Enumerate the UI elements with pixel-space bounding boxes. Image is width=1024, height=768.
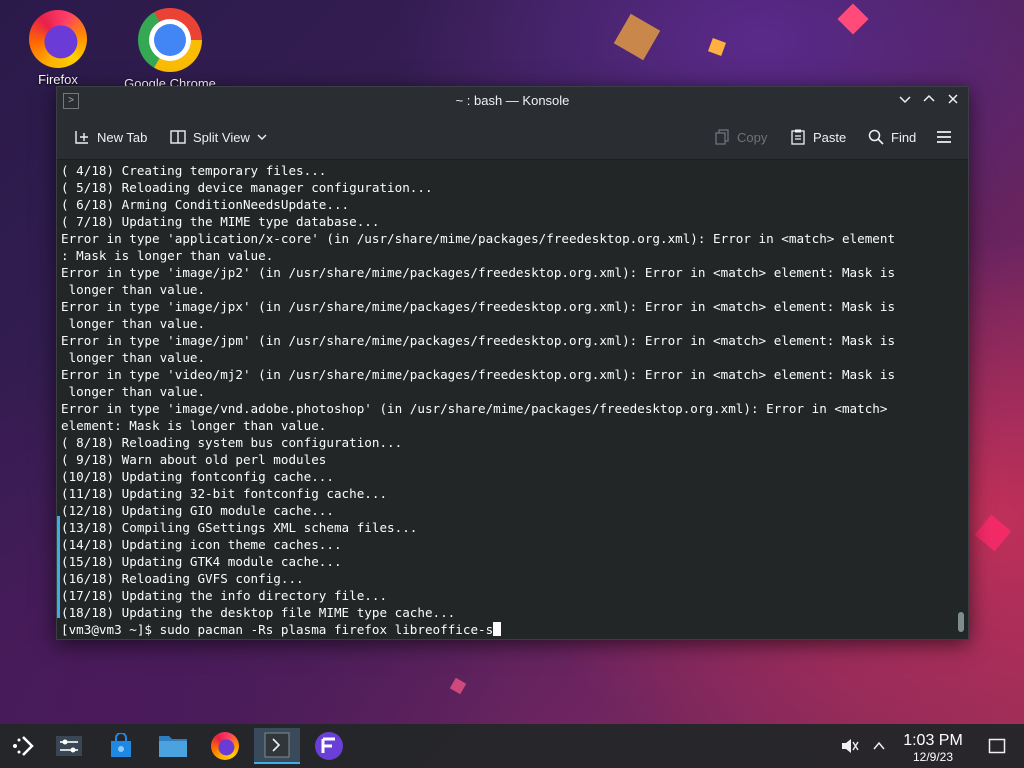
terminal-line: Error in type 'image/jp2' (in /usr/share…: [61, 265, 896, 280]
volume-tray-button[interactable]: [832, 730, 866, 762]
volume-muted-icon: [842, 739, 859, 753]
new-output-marker: [57, 516, 60, 618]
scrollbar-handle[interactable]: [958, 612, 964, 632]
taskbar-dolphin[interactable]: [156, 730, 190, 762]
terminal-line: (10/18) Updating fontconfig cache...: [61, 469, 334, 484]
desktop-icon-label: Firefox: [38, 72, 78, 87]
desktop-icon-firefox[interactable]: Firefox: [8, 10, 108, 87]
shell-prompt: [vm3@vm3 ~]$: [61, 622, 160, 637]
terminal-line: Error in type 'application/x-core' (in /…: [61, 231, 896, 246]
terminal-line: Error in type 'image/vnd.adobe.photoshop…: [61, 401, 888, 416]
terminal-line: ( 5/18) Reloading device manager configu…: [61, 180, 433, 195]
chrome-icon: [138, 8, 202, 72]
terminal-line: : Mask is longer than value.: [61, 248, 274, 263]
close-button[interactable]: [943, 91, 963, 111]
find-button[interactable]: Find: [867, 127, 916, 147]
terminal-output: ( 4/18) Creating temporary files... ( 5/1…: [61, 162, 948, 638]
hamburger-menu-button[interactable]: [935, 127, 953, 147]
new-tab-label: New Tab: [97, 129, 148, 145]
wallpaper-shape: [613, 13, 661, 61]
paste-icon: [791, 129, 805, 145]
terminal-line: ( 4/18) Creating temporary files...: [61, 163, 327, 178]
wallpaper-shape: [708, 38, 726, 56]
taskbar-konsole[interactable]: [254, 728, 300, 764]
find-label: Find: [891, 129, 917, 145]
maximize-button[interactable]: [919, 91, 939, 111]
split-view-icon: [170, 130, 186, 144]
terminal-line: (12/18) Updating GIO module cache...: [61, 503, 334, 518]
terminal-line: (16/18) Reloading GVFS config...: [61, 571, 304, 586]
firefox-icon: [29, 10, 87, 68]
wallpaper-shape: [974, 514, 1012, 552]
f-logo-icon: [315, 732, 343, 760]
terminal-line: (13/18) Compiling GSettings XML schema f…: [61, 520, 418, 535]
system-settings-icon: [56, 736, 82, 756]
digital-clock[interactable]: 1:03 PM 12/9/23: [898, 732, 968, 764]
terminal-line: element: Mask is longer than value.: [61, 418, 327, 433]
terminal-line: (18/18) Updating the desktop file MIME t…: [61, 605, 456, 620]
paste-button[interactable]: Paste: [789, 127, 846, 147]
terminal-line: (11/18) Updating 32-bit fontconfig cache…: [61, 486, 388, 501]
konsole-window: > ~ : bash — Konsole New Tab Split View …: [56, 86, 969, 640]
show-desktop-icon: [988, 738, 1006, 754]
split-view-button[interactable]: Split View: [169, 127, 268, 147]
terminal-line: longer than value.: [61, 384, 206, 399]
wallpaper-shape: [837, 3, 869, 35]
terminal-line: longer than value.: [61, 316, 206, 331]
discover-store-icon: [111, 733, 131, 757]
copy-label: Copy: [737, 129, 768, 145]
terminal-line: (17/18) Updating the info directory file…: [61, 588, 388, 603]
copy-icon: [715, 129, 729, 145]
command-input[interactable]: sudo pacman -Rs plasma firefox libreoffi…: [160, 622, 494, 637]
chevron-up-icon: [873, 741, 885, 750]
window-titlebar[interactable]: > ~ : bash — Konsole: [57, 87, 968, 115]
prompt-line[interactable]: [vm3@vm3 ~]$ sudo pacman -Rs plasma fire…: [61, 621, 948, 638]
tray-expand-button[interactable]: [862, 730, 896, 762]
chevron-down-icon: [899, 96, 911, 104]
taskbar-firefox[interactable]: [208, 730, 242, 762]
chevron-down-icon: [257, 134, 267, 140]
show-desktop-button[interactable]: [980, 730, 1014, 762]
terminal-line: Error in type 'image/jpm' (in /usr/share…: [61, 333, 896, 348]
window-title: ~ : bash — Konsole: [455, 93, 570, 108]
steamdeck-launcher-icon: [13, 736, 34, 756]
copy-button[interactable]: Copy: [713, 127, 767, 147]
app-launcher-button[interactable]: [6, 730, 40, 762]
taskbar-discover[interactable]: [104, 730, 138, 762]
split-view-label: Split View: [193, 129, 250, 145]
wallpaper-shape: [449, 677, 467, 695]
terminal-line: Error in type 'image/jpx' (in /usr/share…: [61, 299, 896, 314]
firefox-icon: [211, 732, 239, 760]
taskbar-settings[interactable]: [52, 730, 86, 762]
taskbar: 1:03 PM 12/9/23: [0, 724, 1024, 768]
taskbar-app-f[interactable]: [312, 730, 346, 762]
terminal-line: longer than value.: [61, 350, 206, 365]
terminal-line: ( 9/18) Warn about old perl modules: [61, 452, 327, 467]
desktop-icon-chrome[interactable]: Google Chrome: [120, 8, 220, 91]
terminal-line: Error in type 'video/mj2' (in /usr/share…: [61, 367, 896, 382]
hamburger-menu-icon: [937, 131, 951, 143]
chevron-up-icon: [923, 94, 935, 102]
konsole-toolbar: New Tab Split View Copy Paste Find: [57, 115, 968, 160]
terminal-line: longer than value.: [61, 282, 206, 297]
terminal-line: ( 6/18) Arming ConditionNeedsUpdate...: [61, 197, 350, 212]
new-tab-icon: [75, 131, 88, 144]
paste-label: Paste: [813, 129, 847, 145]
text-cursor: [493, 622, 502, 636]
terminal-line: (15/18) Updating GTK4 module cache...: [61, 554, 342, 569]
terminal-view[interactable]: ( 4/18) Creating temporary files... ( 5/1…: [57, 160, 968, 639]
clock-date: 12/9/23: [912, 750, 954, 764]
minimize-button[interactable]: [895, 91, 915, 111]
new-tab-button[interactable]: New Tab: [73, 127, 147, 147]
terminal-line: ( 8/18) Reloading system bus configurati…: [61, 435, 403, 450]
close-icon: [948, 94, 958, 104]
folder-icon: [159, 736, 187, 757]
clock-time: 1:03 PM: [903, 732, 963, 749]
konsole-icon: [264, 732, 290, 758]
terminal-line: ( 7/18) Updating the MIME type database.…: [61, 214, 380, 229]
terminal-line: (14/18) Updating icon theme caches...: [61, 537, 342, 552]
search-icon: [868, 129, 884, 145]
